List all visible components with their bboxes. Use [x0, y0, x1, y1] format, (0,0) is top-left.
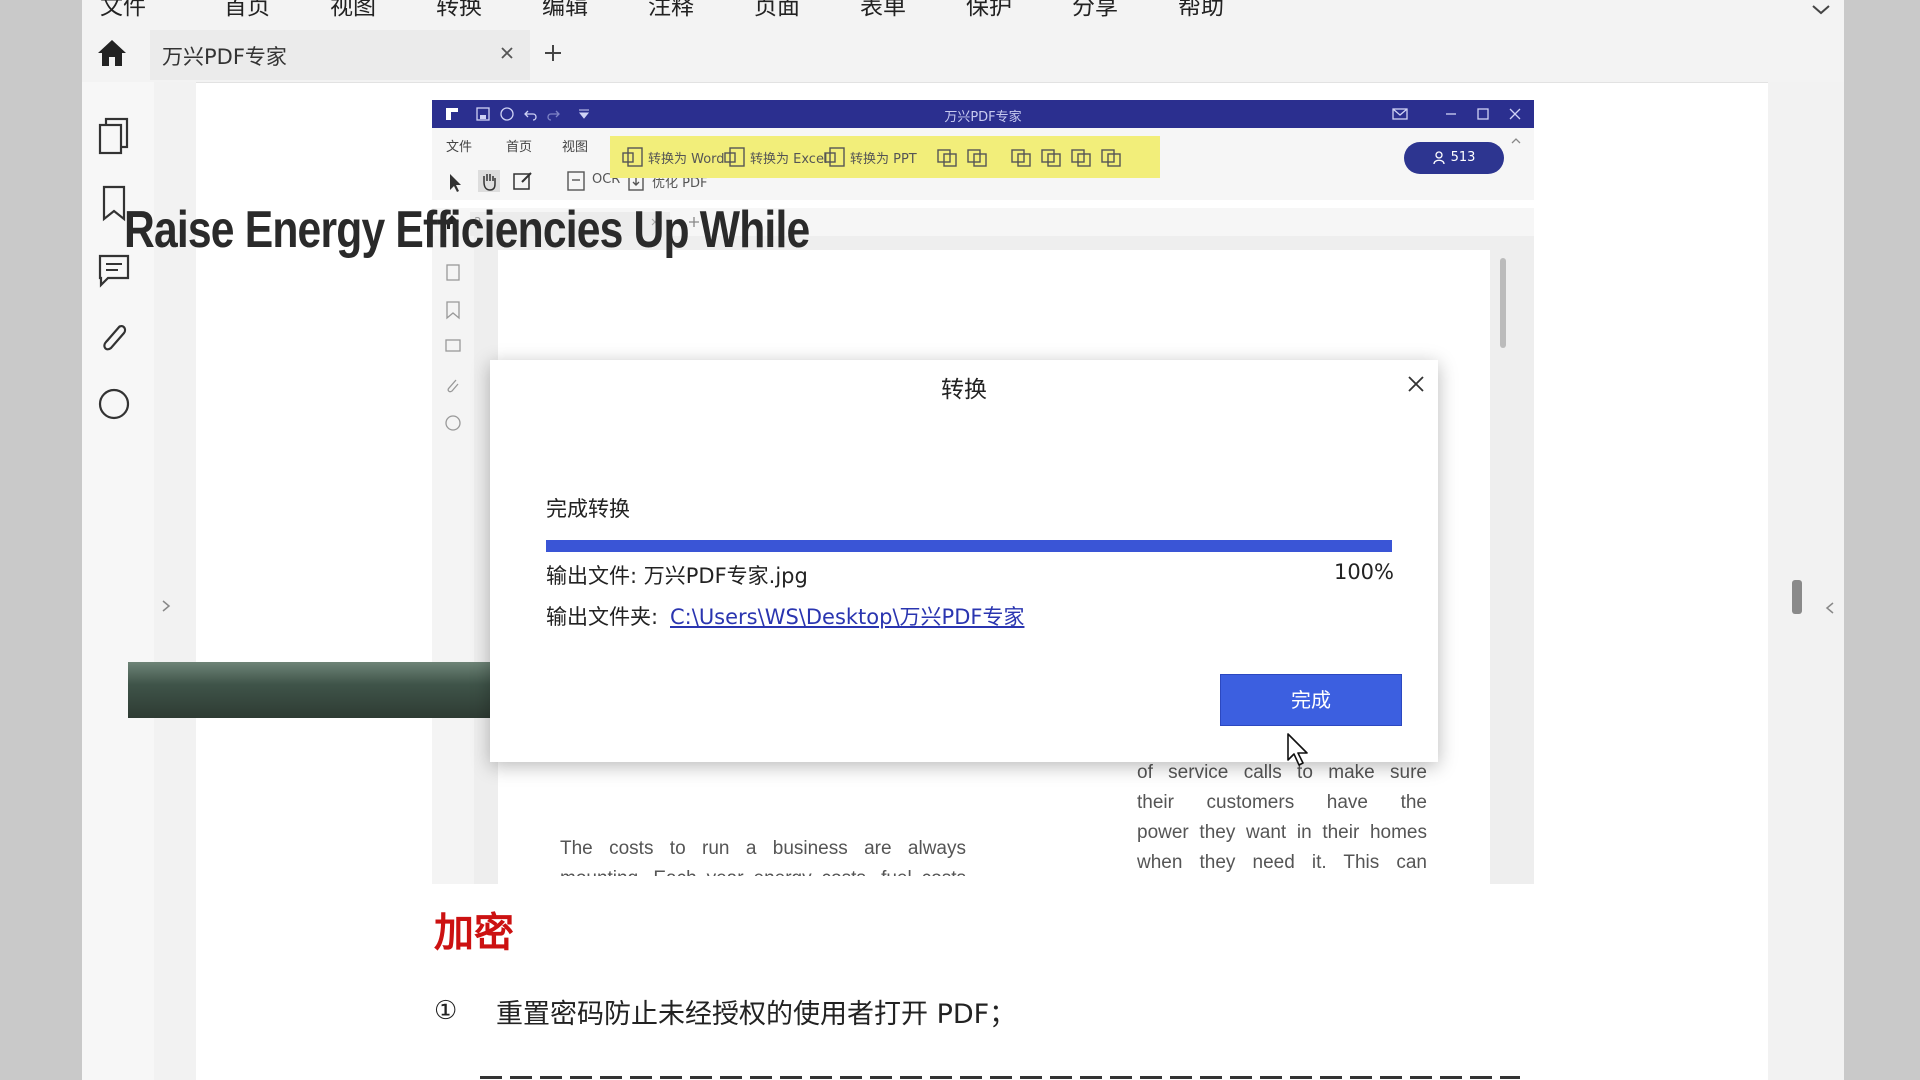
section-title: 加密: [434, 909, 514, 956]
close-tab-icon[interactable]: [498, 44, 516, 62]
convert-html-icon[interactable]: [1010, 146, 1032, 168]
minimize-icon[interactable]: [1444, 107, 1458, 121]
conversion-status: 完成转换: [546, 497, 630, 521]
inner-bookmark-icon[interactable]: [444, 300, 462, 320]
progress-percent: 100%: [1333, 560, 1394, 584]
to-word-label[interactable]: 转换为 Word: [648, 148, 725, 167]
inner-scrollbar[interactable]: [1500, 258, 1506, 348]
edit-tool-icon[interactable]: [512, 170, 534, 192]
right-gutter: [1768, 82, 1844, 1080]
close-icon[interactable]: [1406, 374, 1426, 394]
bullet-text: 重置密码防止未经授权的使用者打开 PDF；: [496, 999, 1017, 1030]
maximize-icon[interactable]: [1476, 107, 1490, 121]
menu-file[interactable]: 文件: [100, 0, 146, 20]
inner-menu-file[interactable]: 文件: [446, 136, 472, 155]
ribbon-collapse-icon[interactable]: [1510, 136, 1522, 146]
paragraph-right: of service calls to make sure their cust…: [1137, 758, 1427, 878]
user-icon: [1432, 150, 1445, 165]
to-excel-label[interactable]: 转换为 Excel: [750, 148, 828, 167]
window-close-icon[interactable]: [1508, 107, 1522, 121]
document-heading: Raise Energy Efficiencies Up While: [124, 201, 810, 259]
menu-edit[interactable]: 编辑: [542, 0, 588, 20]
paragraph-right-line: of service calls to make sure: [1137, 762, 1427, 783]
menu-view[interactable]: 视图: [330, 0, 376, 20]
inner-search-icon[interactable]: [444, 414, 462, 432]
menu-convert[interactable]: 转换: [436, 0, 482, 20]
menu-protect[interactable]: 保护: [966, 0, 1012, 20]
inner-menu-view[interactable]: 视图: [562, 136, 588, 155]
convert-highlight: 转换为 Word 转换为 Excel 转换为 PPT: [610, 136, 1160, 178]
convert-dialog: 转换 完成转换 输出文件: 万兴PDF专家.jpg 100% 输出文件夹: C:…: [490, 360, 1438, 762]
chevron-down-icon[interactable]: [1810, 0, 1832, 18]
convert-image-icon[interactable]: [936, 146, 958, 168]
to-word-icon[interactable]: [622, 146, 644, 168]
menu-form[interactable]: 表单: [860, 0, 906, 20]
mouse-cursor-icon: [1286, 732, 1312, 768]
paragraph-right-line: their customers have the: [1137, 792, 1427, 813]
new-tab-icon[interactable]: [542, 42, 564, 64]
paragraph-left-line: The costs to run a business are always: [560, 838, 966, 859]
progress-bar: [546, 540, 1392, 552]
convert-rtf-icon[interactable]: [1040, 146, 1062, 168]
scrollbar-thumb[interactable]: [1792, 580, 1802, 614]
to-ppt-label[interactable]: 转换为 PPT: [850, 148, 917, 167]
inner-title-bar: 万兴PDF专家: [432, 100, 1534, 128]
menu-page[interactable]: 页面: [754, 0, 800, 20]
menu-help[interactable]: 帮助: [1178, 0, 1224, 20]
pages-icon[interactable]: [96, 116, 132, 156]
done-button[interactable]: 完成: [1220, 674, 1402, 726]
user-count: 513: [1450, 150, 1476, 165]
mail-icon[interactable]: [1392, 107, 1408, 121]
collapse-right-icon[interactable]: [1824, 600, 1836, 616]
progress-bar-fill: [546, 540, 1392, 552]
home-icon[interactable]: [96, 38, 128, 68]
menu-bar: 文件 首页 视图 转换 编辑 注释 页面 表单 保护 分享 帮助: [82, 0, 1844, 20]
inner-pages-icon[interactable]: [444, 262, 462, 282]
inner-attachment-icon[interactable]: [444, 376, 462, 396]
convert-pdfa-icon[interactable]: [1100, 146, 1122, 168]
paragraph-right-line: power they want in their homes: [1137, 822, 1427, 843]
to-excel-icon[interactable]: [724, 146, 746, 168]
output-folder-link[interactable]: C:\Users\WS\Desktop\万兴PDF专家: [670, 601, 1024, 631]
document-tab-label: 万兴PDF专家: [162, 45, 287, 69]
output-file-label: 输出文件: 万兴PDF专家.jpg: [546, 564, 808, 588]
inner-comment-icon[interactable]: [444, 338, 462, 356]
menu-share[interactable]: 分享: [1072, 0, 1118, 20]
inner-menu-home[interactable]: 首页: [506, 136, 532, 155]
select-arrow-icon[interactable]: [446, 172, 466, 194]
inner-window-title: 万兴PDF专家: [944, 110, 1022, 125]
user-account-button[interactable]: 513: [1404, 142, 1504, 174]
dialog-title: 转换: [941, 377, 987, 403]
convert-text-icon[interactable]: [966, 146, 988, 168]
menu-home[interactable]: 首页: [224, 0, 270, 20]
paragraph-left: The costs to run a business are always m…: [560, 834, 966, 876]
attachment-icon[interactable]: [96, 318, 132, 358]
paragraph-right-line: when they need it. This can: [1137, 852, 1427, 873]
output-folder-label: 输出文件夹:: [546, 605, 659, 629]
menu-comment[interactable]: 注释: [648, 0, 694, 20]
to-ppt-icon[interactable]: [824, 146, 846, 168]
expand-panel-icon[interactable]: [160, 598, 172, 614]
convert-epub-icon[interactable]: [1070, 146, 1092, 168]
circled-number: ①: [434, 996, 458, 1026]
ocr-icon[interactable]: [566, 170, 586, 192]
hand-tool-icon[interactable]: [478, 170, 500, 192]
inner-left-panel: [432, 236, 474, 884]
search-circle-icon[interactable]: [96, 386, 132, 422]
paragraph-left-line: mounting. Each year energy costs, fuel c…: [560, 864, 966, 876]
cut-off-next-line: [480, 1072, 1520, 1080]
